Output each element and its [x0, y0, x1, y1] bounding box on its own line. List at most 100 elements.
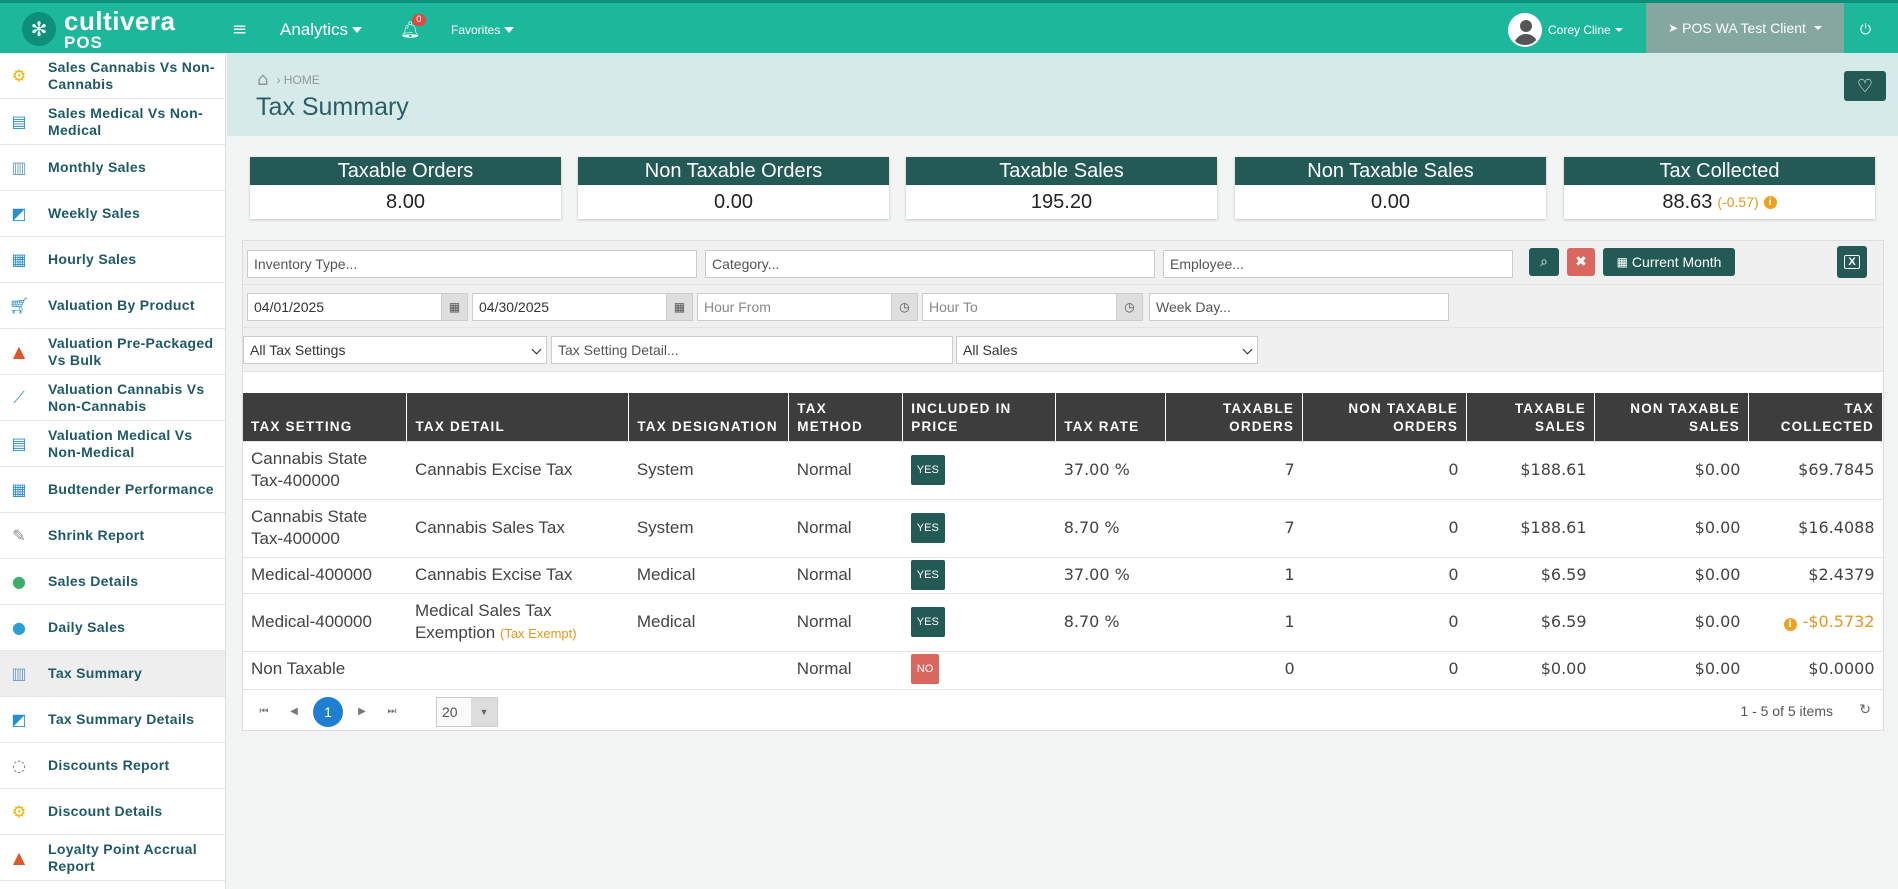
- logo[interactable]: ✻ cultivera POS: [22, 7, 175, 51]
- favorites-label: Favorites: [451, 22, 501, 37]
- included-badge: YES: [910, 513, 945, 543]
- date-from-input[interactable]: 04/01/2025 ▦: [247, 293, 468, 321]
- sidebar: ⚙ Sales Cannabis Vs Non-Cannabis ▤ Sales Me…: [0, 53, 226, 889]
- calendar-icon[interactable]: ▦: [441, 294, 467, 320]
- sidebar-item-valuation-by-product[interactable]: 🛒︎ Valuation By Product: [0, 283, 225, 329]
- calendar-icon[interactable]: ▦: [666, 294, 692, 320]
- export-excel-button[interactable]: X: [1837, 246, 1867, 278]
- stat-card-non-taxable-sales: Non Taxable Sales 0.00: [1235, 157, 1546, 219]
- pager-info: 1 - 5 of 5 items: [1740, 703, 1833, 719]
- clipboard-icon: ▤: [11, 434, 27, 453]
- next-page-icon[interactable]: ▶: [351, 700, 373, 722]
- sidebar-item-valuation-medical-vs-non-medical[interactable]: ▤ Valuation Medical Vs Non-Medical: [0, 421, 225, 467]
- clock-icon[interactable]: ◷: [1116, 294, 1142, 320]
- hamburger-icon[interactable]: ≡: [232, 3, 247, 56]
- cell-taxable-orders: 0: [1165, 650, 1303, 687]
- column-header[interactable]: NON TAXABLE ORDERS: [1302, 393, 1468, 441]
- column-header[interactable]: TAX COLLECTED: [1748, 393, 1884, 441]
- sidebar-item-sales-cannabis-vs-non-cannabis[interactable]: ⚙ Sales Cannabis Vs Non-Cannabis: [0, 53, 225, 99]
- current-month-button[interactable]: ▦ Current Month: [1603, 248, 1735, 276]
- prev-page-icon[interactable]: ◀: [283, 700, 305, 722]
- cell-taxable-sales: $188.61: [1466, 440, 1595, 499]
- power-icon[interactable]: ⏻: [1860, 3, 1871, 56]
- stat-card-title: Non Taxable Sales: [1235, 157, 1546, 185]
- cell-non-taxable-orders: 0: [1302, 556, 1467, 593]
- tax-settings-select[interactable]: All Tax Settings: [243, 336, 547, 364]
- stat-card-value: 88.63: [1662, 190, 1713, 213]
- column-header[interactable]: TAX DETAIL: [406, 393, 630, 441]
- sidebar-item-budtender-performance[interactable]: ▦ Budtender Performance: [0, 467, 225, 513]
- column-header[interactable]: TAX DESIGNATION: [628, 393, 790, 441]
- cell-non-taxable-orders: 0: [1302, 440, 1467, 499]
- pager: ⏮ ◀ 1 ▶ ⏭ 20 ▼ 1 - 5 of 5 items ↻: [243, 689, 1883, 731]
- stat-card-non-taxable-orders: Non Taxable Orders 0.00: [578, 157, 889, 219]
- cell-tax-detail: Cannabis Excise Tax: [406, 556, 629, 593]
- sidebar-item-tax-summary[interactable]: ▥ Tax Summary: [0, 651, 225, 697]
- date-to-input[interactable]: 04/30/2025 ▦: [472, 293, 693, 321]
- bar-chart-icon: ▥: [11, 158, 27, 177]
- column-header[interactable]: TAXABLE ORDERS: [1165, 393, 1304, 441]
- sidebar-item-label: Sales Details: [48, 573, 139, 589]
- cell-non-taxable-sales: $0.00: [1594, 556, 1749, 593]
- sidebar-item-loyalty-point-accrual-report[interactable]: ▲ Loyalty Point Accrual Report: [0, 835, 225, 881]
- column-header[interactable]: TAX RATE: [1055, 393, 1167, 441]
- caret-down-icon: [352, 26, 363, 33]
- column-header[interactable]: TAX SETTING: [243, 393, 408, 441]
- cell-included-in-price: YES: [902, 440, 1056, 499]
- cell-tax-designation: Medical: [628, 592, 789, 651]
- sidebar-item-sales-details[interactable]: ● Sales Details: [0, 559, 225, 605]
- clock-icon[interactable]: ◷: [891, 294, 917, 320]
- column-header[interactable]: TAXABLE SALES: [1466, 393, 1596, 441]
- hour-to-input[interactable]: Hour To ◷: [922, 293, 1143, 321]
- sidebar-item-shrink-report[interactable]: ✎ Shrink Report: [0, 513, 225, 559]
- category-select[interactable]: Category...: [705, 250, 1155, 278]
- tax-setting-detail-select[interactable]: Tax Setting Detail...: [551, 336, 953, 364]
- hour-from-input[interactable]: Hour From ◷: [697, 293, 918, 321]
- sidebar-item-daily-sales[interactable]: ● Daily Sales: [0, 605, 225, 651]
- last-page-icon[interactable]: ⏭: [381, 700, 403, 722]
- sidebar-item-monthly-sales[interactable]: ▥ Monthly Sales: [0, 145, 225, 191]
- caret-down-icon: [1614, 27, 1623, 32]
- column-header[interactable]: NON TAXABLE SALES: [1594, 393, 1749, 441]
- cell-taxable-orders: 7: [1165, 498, 1303, 557]
- pencil-chart-icon: ✎: [12, 526, 26, 545]
- inventory-type-select[interactable]: Inventory Type...: [247, 250, 697, 278]
- sidebar-item-valuation-pre-packaged-vs-bulk[interactable]: ▲ Valuation Pre-Packaged Vs Bulk: [0, 329, 225, 375]
- sidebar-item-hourly-sales[interactable]: ▦ Hourly Sales: [0, 237, 225, 283]
- week-day-select[interactable]: Week Day...: [1149, 293, 1449, 321]
- analytics-menu[interactable]: Analytics: [280, 3, 363, 56]
- favorites-menu[interactable]: Favorites: [451, 3, 515, 56]
- stat-card-taxable-orders: Taxable Orders 8.00: [250, 157, 561, 219]
- sidebar-item-valuation-cannabis-vs-non-cannabis[interactable]: ⟋ Valuation Cannabis Vs Non-Cannabis: [0, 375, 225, 421]
- info-icon[interactable]: i: [1783, 618, 1797, 631]
- sidebar-item-weekly-sales[interactable]: ◩ Weekly Sales: [0, 191, 225, 237]
- sales-type-select[interactable]: All Sales: [956, 336, 1258, 364]
- notifications-button[interactable]: 🔔︎ 0: [400, 3, 426, 56]
- sidebar-item-label: Tax Summary: [48, 665, 143, 681]
- info-icon[interactable]: i: [1763, 195, 1777, 209]
- column-header[interactable]: INCLUDED IN PRICE: [902, 393, 1057, 441]
- sidebar-item-tax-summary-details[interactable]: ◩ Tax Summary Details: [0, 697, 225, 743]
- user-menu[interactable]: Corey Cline: [1508, 3, 1623, 56]
- employee-select[interactable]: Employee...: [1163, 250, 1513, 278]
- breadcrumb-home[interactable]: › HOME: [276, 73, 319, 87]
- stat-card-title: Non Taxable Orders: [578, 157, 889, 185]
- page-size-select[interactable]: 20 ▼: [436, 697, 498, 727]
- column-header[interactable]: TAX METHOD: [788, 393, 904, 441]
- sidebar-item-discount-details[interactable]: ⚙ Discount Details: [0, 789, 225, 835]
- search-button[interactable]: ⌕: [1529, 248, 1559, 276]
- sidebar-item-sales-medical-vs-non-medical[interactable]: ▤ Sales Medical Vs Non-Medical: [0, 99, 225, 145]
- first-page-icon[interactable]: ⏮: [253, 700, 275, 722]
- home-icon[interactable]: ⌂: [257, 69, 268, 90]
- cell-taxable-sales: $0.00: [1466, 650, 1595, 687]
- refresh-icon[interactable]: ↻: [1859, 702, 1871, 718]
- add-favorite-button[interactable]: ♡: [1844, 71, 1886, 101]
- page-1-button[interactable]: 1: [313, 697, 343, 727]
- client-selector[interactable]: ➤ POS WA Test Client: [1646, 3, 1844, 53]
- sidebar-item-label: Discount Details: [48, 803, 163, 819]
- clear-filters-button[interactable]: ✖: [1567, 248, 1595, 276]
- cell-non-taxable-sales: $0.00: [1594, 498, 1749, 557]
- sidebar-item-discounts-report[interactable]: ◌ Discounts Report: [0, 743, 225, 789]
- included-badge: YES: [910, 560, 945, 590]
- cell-taxable-sales: $6.59: [1466, 592, 1595, 651]
